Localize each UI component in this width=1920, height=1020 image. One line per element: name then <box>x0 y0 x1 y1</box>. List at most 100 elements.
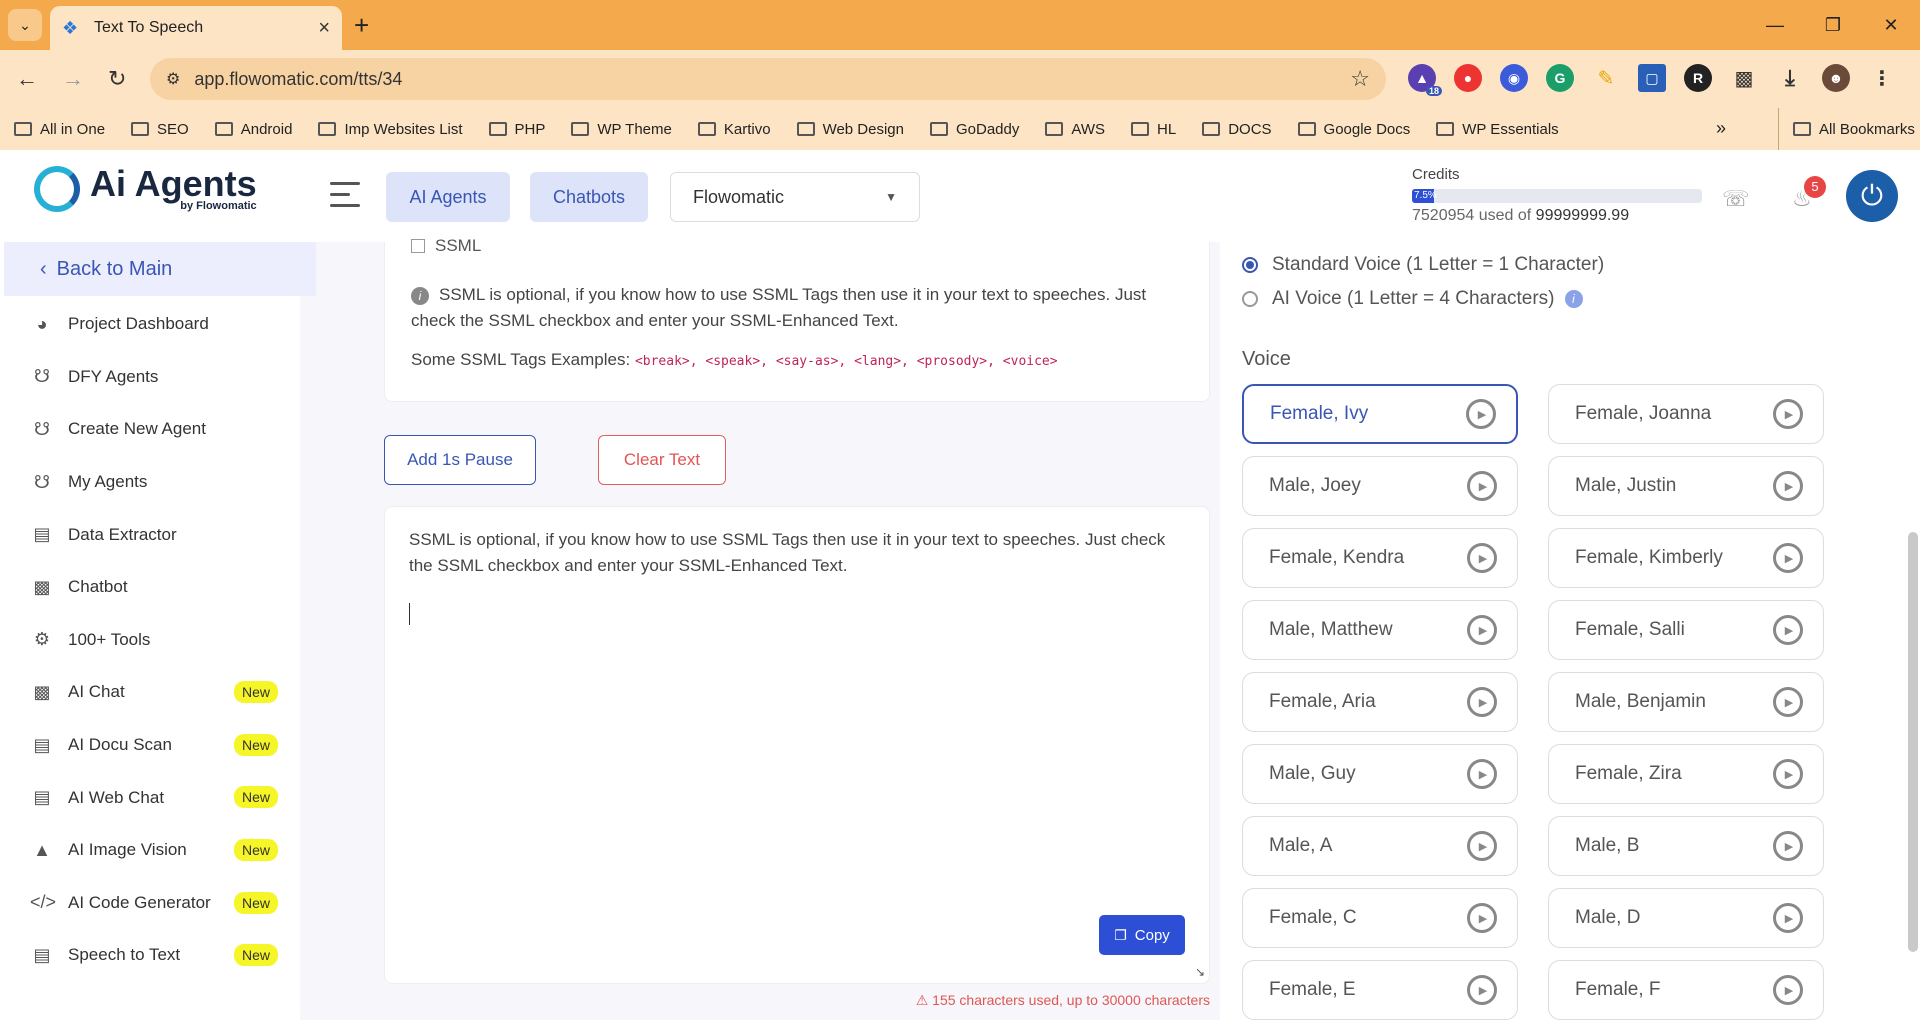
bookmark-folder[interactable]: AWS <box>1045 121 1105 138</box>
resize-handle-icon[interactable]: ↘ <box>1195 965 1205 979</box>
voice-option[interactable]: Female, Aria ▶ <box>1242 672 1518 732</box>
bookmark-folder[interactable]: PHP <box>488 121 545 138</box>
sidebar-item[interactable]: ▤ AI Web Chat New <box>0 771 300 824</box>
sidebar-item[interactable]: ◕ Project Dashboard <box>0 298 300 351</box>
extension-icon-4[interactable]: G <box>1546 64 1574 92</box>
extension-icon-3[interactable]: ◉ <box>1500 64 1528 92</box>
logo[interactable]: Ai Agents by Flowomatic <box>34 166 257 212</box>
voice-option[interactable]: Female, C ▶ <box>1242 888 1518 948</box>
ssml-checkbox[interactable] <box>411 239 425 253</box>
play-icon[interactable]: ▶ <box>1467 903 1497 933</box>
sidebar-item[interactable]: ☋ Create New Agent <box>0 403 300 456</box>
extension-icon-2[interactable]: ● <box>1454 64 1482 92</box>
hamburger-menu-icon[interactable] <box>330 182 360 215</box>
site-settings-icon[interactable]: ⚙ <box>166 69 180 89</box>
play-icon[interactable]: ▶ <box>1773 687 1803 717</box>
bookmark-folder[interactable]: Android <box>214 121 292 138</box>
voice-option[interactable]: Female, Kimberly ▶ <box>1548 528 1824 588</box>
restore-button[interactable]: ❐ <box>1804 0 1862 50</box>
standard-voice-option[interactable]: Standard Voice (1 Letter = 1 Character) <box>1242 254 1604 276</box>
pencil-icon[interactable]: ✎ <box>1592 64 1620 92</box>
play-icon[interactable]: ▶ <box>1467 471 1497 501</box>
play-icon[interactable]: ▶ <box>1773 831 1803 861</box>
extension-icon-1[interactable]: ▲ 18 <box>1408 64 1442 96</box>
headset-support-icon[interactable]: ☏ <box>1722 186 1750 212</box>
bookmark-folder[interactable]: Google Docs <box>1297 121 1410 138</box>
voice-option[interactable]: Female, F ▶ <box>1548 960 1824 1020</box>
chevron-double-right-icon[interactable]: » <box>1716 118 1726 139</box>
workspace-select[interactable]: Flowomatic ▼ <box>670 172 920 222</box>
chatbots-button[interactable]: Chatbots <box>530 172 648 222</box>
text-editor[interactable]: SSML is optional, if you know how to use… <box>384 506 1210 984</box>
ai-voice-option[interactable]: AI Voice (1 Letter = 4 Characters) i <box>1242 288 1583 310</box>
bookmark-folder[interactable]: HL <box>1131 121 1176 138</box>
voice-option[interactable]: Female, Ivy ▶ <box>1242 384 1518 444</box>
add-pause-button[interactable]: Add 1s Pause <box>384 435 536 485</box>
scrollbar-thumb[interactable] <box>1908 532 1918 952</box>
play-icon[interactable]: ▶ <box>1773 471 1803 501</box>
all-bookmarks[interactable]: All Bookmarks <box>1778 108 1915 150</box>
bookmark-folder[interactable]: SEO <box>131 121 189 138</box>
new-tab-button[interactable]: + <box>354 10 369 41</box>
sidebar-item[interactable]: ☋ DFY Agents <box>0 351 300 404</box>
voice-option[interactable]: Female, Kendra ▶ <box>1242 528 1518 588</box>
voice-option[interactable]: Female, Zira ▶ <box>1548 744 1824 804</box>
play-icon[interactable]: ▶ <box>1467 831 1497 861</box>
copy-button[interactable]: ❐ Copy <box>1099 915 1185 955</box>
play-icon[interactable]: ▶ <box>1467 543 1497 573</box>
ai-voice-radio[interactable] <box>1242 291 1258 307</box>
puzzle-icon[interactable]: ▩ <box>1730 64 1758 92</box>
bookmark-folder[interactable]: DOCS <box>1202 121 1272 138</box>
info-icon[interactable]: i <box>1564 290 1583 308</box>
voice-option[interactable]: Female, Joanna ▶ <box>1548 384 1824 444</box>
play-icon[interactable]: ▶ <box>1467 975 1497 1005</box>
extension-icon-7[interactable]: R <box>1684 64 1712 92</box>
play-icon[interactable]: ▶ <box>1773 903 1803 933</box>
sidebar-item[interactable]: ▤ Speech to Text New <box>0 929 300 982</box>
standard-voice-radio[interactable] <box>1242 257 1258 273</box>
ai-agents-button[interactable]: AI Agents <box>386 172 510 222</box>
close-window-button[interactable]: ✕ <box>1862 0 1920 50</box>
bookmark-folder[interactable]: WP Theme <box>571 121 672 138</box>
clear-text-button[interactable]: Clear Text <box>598 435 726 485</box>
voice-option[interactable]: Female, E ▶ <box>1242 960 1518 1020</box>
voice-option[interactable]: Male, A ▶ <box>1242 816 1518 876</box>
voice-option[interactable]: Male, Justin ▶ <box>1548 456 1824 516</box>
sidebar-item[interactable]: ⚙ 100+ Tools <box>0 614 300 667</box>
back-arrow-icon[interactable]: ← <box>16 66 38 92</box>
close-tab-icon[interactable]: × <box>318 17 330 40</box>
sidebar-item[interactable]: ▲ AI Image Vision New <box>0 824 300 877</box>
bookmark-folder[interactable]: Web Design <box>796 121 904 138</box>
play-icon[interactable]: ▶ <box>1773 399 1803 429</box>
sidebar-item[interactable]: ▤ AI Docu Scan New <box>0 719 300 772</box>
sidebar-item[interactable]: </> AI Code Generator New <box>0 877 300 930</box>
forward-arrow-icon[interactable]: → <box>62 66 84 92</box>
voice-option[interactable]: Male, B ▶ <box>1548 816 1824 876</box>
extension-icon-6[interactable]: ▢ <box>1638 64 1666 92</box>
play-icon[interactable]: ▶ <box>1466 399 1496 429</box>
browser-tab-active[interactable]: ❖ Text To Speech × <box>50 6 342 50</box>
reload-icon[interactable]: ↻ <box>108 66 126 92</box>
voice-option[interactable]: Male, Guy ▶ <box>1242 744 1518 804</box>
minimize-button[interactable]: — <box>1746 0 1804 50</box>
play-icon[interactable]: ▶ <box>1773 615 1803 645</box>
bookmark-folder[interactable]: GoDaddy <box>930 121 1019 138</box>
bookmark-folder[interactable]: Imp Websites List <box>318 121 463 138</box>
profile-avatar[interactable]: ☻ <box>1822 64 1850 92</box>
play-icon[interactable]: ▶ <box>1467 615 1497 645</box>
menu-kebab-icon[interactable]: ⋮ <box>1868 64 1896 92</box>
sidebar-item[interactable]: ▩ AI Chat New <box>0 666 300 719</box>
play-icon[interactable]: ▶ <box>1773 543 1803 573</box>
play-icon[interactable]: ▶ <box>1773 759 1803 789</box>
tab-search-button[interactable]: ⌄ <box>8 9 42 41</box>
back-to-main-link[interactable]: ‹ Back to Main <box>4 242 316 296</box>
power-avatar[interactable]: ⏻ <box>1846 170 1898 222</box>
play-icon[interactable]: ▶ <box>1467 759 1497 789</box>
play-icon[interactable]: ▶ <box>1467 687 1497 717</box>
address-bar[interactable]: ⚙ app.flowomatic.com/tts/34 ☆ <box>150 58 1386 100</box>
bookmark-folder[interactable]: WP Essentials <box>1436 121 1559 138</box>
bookmark-folder[interactable]: All in One <box>14 121 105 138</box>
voice-option[interactable]: Female, Salli ▶ <box>1548 600 1824 660</box>
sidebar-item[interactable]: ▩ Chatbot <box>0 561 300 614</box>
voice-option[interactable]: Male, D ▶ <box>1548 888 1824 948</box>
